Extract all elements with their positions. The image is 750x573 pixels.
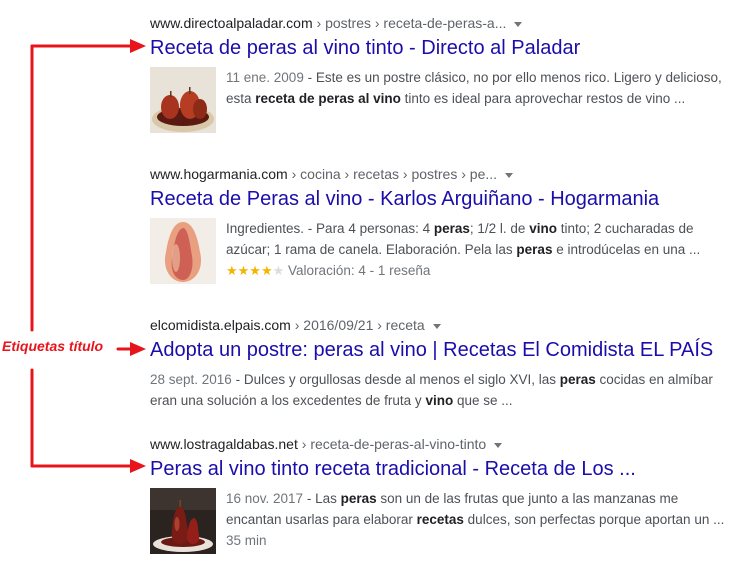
result-snippet: Ingredientes. - Para 4 personas: 4 peras… [226,221,701,278]
chevron-down-icon[interactable] [514,21,523,27]
pears-thumbnail[interactable] [150,67,216,133]
search-result: www.hogarmania.com › cocina › recetas › … [150,165,740,284]
result-snippet: 16 nov. 2017 - Las peras son un de las f… [226,491,725,548]
pear-thumbnail[interactable] [150,218,216,284]
result-title[interactable]: Receta de peras al vino tinto - Directo … [150,35,740,61]
search-result: www.directoalpaladar.com › postres › rec… [150,14,740,133]
pears-dish-thumbnail[interactable] [150,488,216,554]
result-url[interactable]: www.directoalpaladar.com › postres › rec… [150,14,740,32]
annotation-label: Etiquetas título [2,338,104,354]
chevron-down-icon[interactable] [432,323,441,329]
result-title[interactable]: Adopta un postre: peras al vino | Receta… [150,337,740,363]
result-url[interactable]: elcomidista.elpais.com › 2016/09/21 › re… [150,316,740,334]
star-rating: ★★★★★ [226,263,285,278]
result-snippet: 28 sept. 2016 - Dulces y orgullosas desd… [150,372,713,408]
result-url[interactable]: www.lostragaldabas.net › receta-de-peras… [150,435,740,453]
result-snippet: 11 ene. 2009 - Este es un postre clásico… [226,70,722,106]
result-url[interactable]: www.hogarmania.com › cocina › recetas › … [150,165,740,183]
chevron-down-icon[interactable] [505,172,514,178]
chevron-down-icon[interactable] [494,442,503,448]
search-result: elcomidista.elpais.com › 2016/09/21 › re… [150,316,740,411]
result-title[interactable]: Receta de Peras al vino - Karlos Arguiña… [150,186,740,212]
search-result: www.lostragaldabas.net › receta-de-peras… [150,435,740,554]
result-title[interactable]: Peras al vino tinto receta tradicional -… [150,456,740,482]
